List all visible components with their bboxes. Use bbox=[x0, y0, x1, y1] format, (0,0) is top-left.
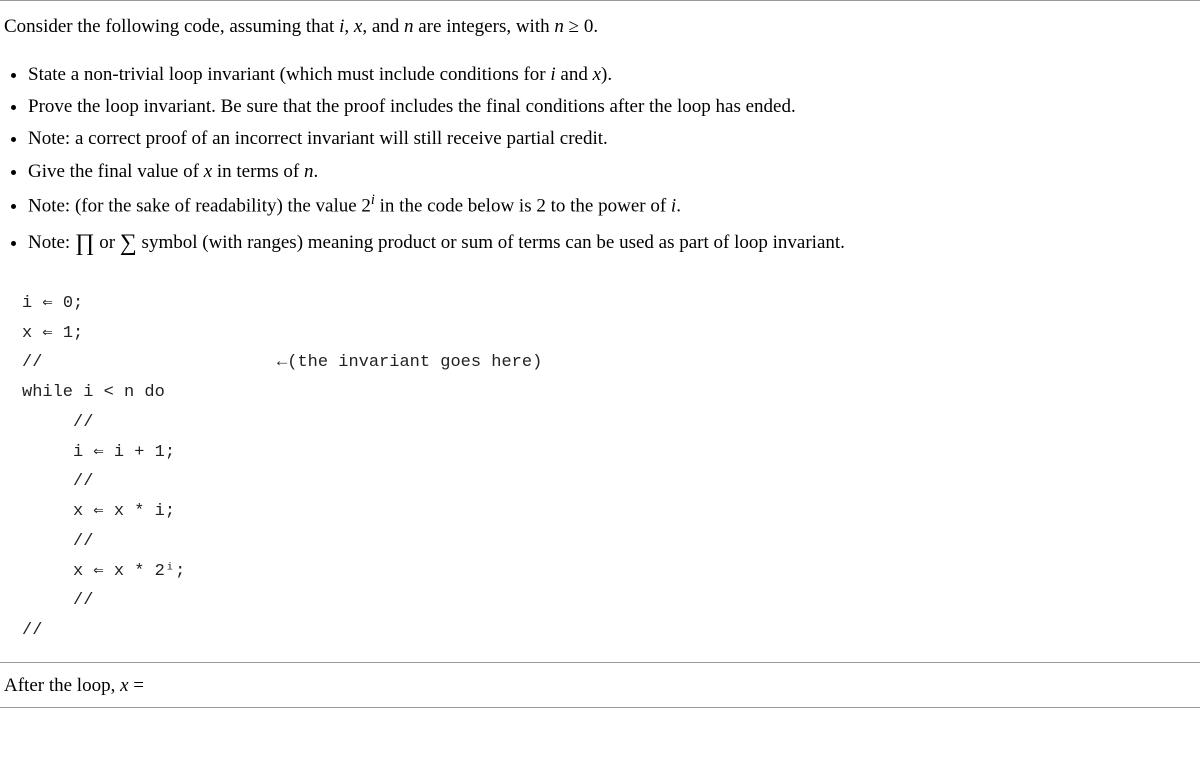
code-line: // bbox=[22, 591, 93, 610]
code-line: // bbox=[22, 532, 93, 551]
intro-text: , bbox=[344, 16, 354, 37]
intro-text: are integers, with bbox=[414, 16, 555, 37]
task-item-5: Note: (for the sake of readability) the … bbox=[28, 188, 1200, 223]
intro-text: , and bbox=[362, 16, 404, 37]
code-line: // bbox=[22, 353, 42, 372]
code-line: while i < n do bbox=[22, 383, 165, 402]
task-item-3: Note: a correct proof of an incorrect in… bbox=[28, 123, 1200, 155]
invariant-placeholder: ←(the invariant goes here) bbox=[42, 353, 542, 372]
task-text: ). bbox=[601, 64, 612, 85]
period: . bbox=[593, 16, 598, 37]
code-line: i ⇐ 0; bbox=[22, 294, 83, 313]
equals: = bbox=[129, 675, 144, 696]
intro-text: Consider the following code, assuming th… bbox=[4, 16, 339, 37]
var-x: x bbox=[120, 675, 128, 696]
var-n: n bbox=[554, 16, 564, 37]
task-text: . bbox=[676, 195, 681, 216]
code-block: i ⇐ 0; x ⇐ 1; // ←(the invariant goes he… bbox=[0, 285, 1200, 656]
zero: 0 bbox=[584, 16, 594, 37]
task-text: Prove the loop invariant. Be sure that t… bbox=[28, 96, 796, 117]
task-text: . bbox=[313, 161, 318, 182]
sum-symbol: ∑ bbox=[120, 230, 137, 256]
after-loop-line: After the loop, x = bbox=[0, 673, 1200, 700]
code-line: // bbox=[22, 472, 93, 491]
task-text: State a non-trivial loop invariant (whic… bbox=[28, 64, 550, 85]
code-line: // bbox=[22, 413, 93, 432]
task-item-2: Prove the loop invariant. Be sure that t… bbox=[28, 91, 1200, 123]
divider bbox=[0, 662, 1200, 663]
two: 2 bbox=[536, 195, 546, 216]
task-item-1: State a non-trivial loop invariant (whic… bbox=[28, 59, 1200, 91]
intro-paragraph: Consider the following code, assuming th… bbox=[0, 13, 1200, 59]
task-text: Note: a correct proof of an incorrect in… bbox=[28, 128, 608, 149]
code-line: x ⇐ x * i; bbox=[22, 502, 175, 521]
task-text: to the power of bbox=[546, 195, 671, 216]
code-line: // bbox=[22, 621, 42, 640]
after-text: After the loop, bbox=[4, 675, 120, 696]
task-text: Note: (for the sake of readability) the … bbox=[28, 195, 361, 216]
code-line: x ⇐ 1; bbox=[22, 324, 83, 343]
task-text: symbol (with ranges) meaning product or … bbox=[137, 232, 845, 253]
task-text: Note: bbox=[28, 232, 75, 253]
geq-symbol: ≥ bbox=[564, 16, 584, 37]
code-line: i ⇐ i + 1; bbox=[22, 443, 175, 462]
code-line: x ⇐ x * 2ⁱ; bbox=[22, 562, 185, 581]
power-base: 2 bbox=[361, 195, 371, 216]
task-item-4: Give the final value of x in terms of n. bbox=[28, 156, 1200, 188]
task-text: in the code below is bbox=[375, 195, 536, 216]
task-text: and bbox=[556, 64, 593, 85]
task-text: Give the final value of bbox=[28, 161, 204, 182]
product-symbol: ∏ bbox=[75, 230, 95, 256]
task-text: in terms of bbox=[212, 161, 304, 182]
task-item-6: Note: ∏ or ∑ symbol (with ranges) meanin… bbox=[28, 223, 1200, 263]
var-n: n bbox=[404, 16, 414, 37]
task-list: State a non-trivial loop invariant (whic… bbox=[0, 59, 1200, 263]
var-x: x bbox=[204, 161, 212, 182]
var-x: x bbox=[593, 64, 601, 85]
task-text: or bbox=[95, 232, 120, 253]
